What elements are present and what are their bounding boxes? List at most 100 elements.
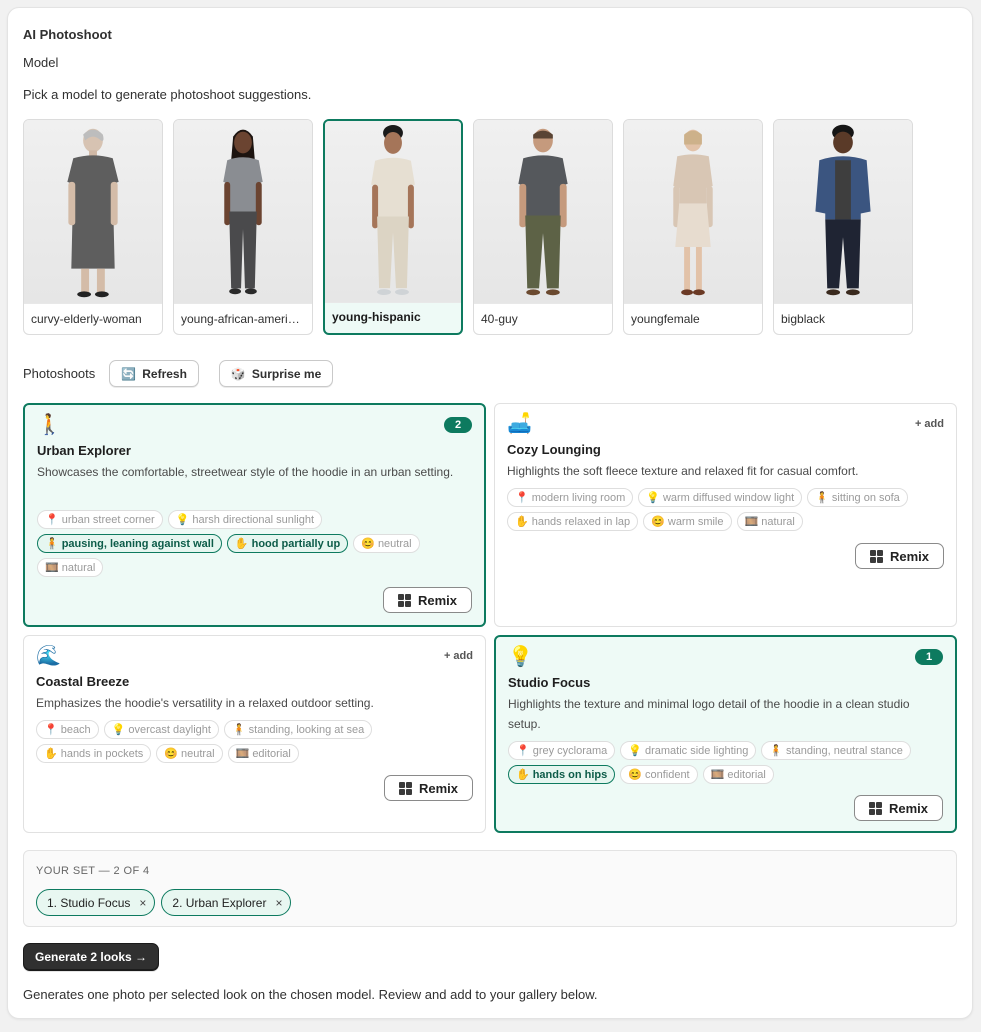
model-photo <box>325 121 461 303</box>
tag-style[interactable]: 🎞️ editorial <box>227 744 299 763</box>
photoshoot-name: Coastal Breeze <box>36 674 130 689</box>
dice-icon: 🎲 <box>230 366 246 381</box>
photoshoot-tags: 📍 grey cyclorama 💡 dramatic side lighting … <box>508 741 943 784</box>
walking-person-icon: 🚶 <box>37 414 62 436</box>
photoshoot-name: Studio Focus <box>508 675 591 690</box>
generate-looks-button[interactable]: Generate 2 looks → <box>23 943 160 971</box>
tag-lighting[interactable]: 💡 dramatic side lighting <box>620 741 757 760</box>
smile-icon: 😊 <box>361 538 375 550</box>
tag-lighting[interactable]: 💡 overcast daylight <box>103 720 219 739</box>
tag-pose[interactable]: 🧍 standing, neutral stance <box>761 741 911 760</box>
photoshoot-card-cozy-lounging[interactable]: 🛋️ + add Cozy Lounging Highlights the so… <box>494 403 957 627</box>
film-icon: 🎞️ <box>235 748 250 760</box>
photoshoots-label: Photoshoots <box>23 366 96 381</box>
tag-pose[interactable]: 🧍 standing, looking at sea <box>223 720 373 739</box>
tag-location[interactable]: 📍 urban street corner <box>37 510 163 529</box>
remix-button[interactable]: Remix <box>383 775 473 801</box>
model-photo <box>174 120 312 304</box>
add-to-set-button[interactable]: + add <box>915 418 944 430</box>
tag-expression[interactable]: 😊 warm smile <box>643 512 732 531</box>
surprise-label: Surprise me <box>251 366 322 381</box>
photoshoot-card-coastal-breeze[interactable]: 🌊 + add Coastal Breeze Emphasizes the ho… <box>23 635 486 833</box>
tag-location[interactable]: 📍 beach <box>36 720 99 739</box>
model-card-curvy-elderly-woman[interactable]: curvy-elderly-woman <box>23 119 163 335</box>
tag-pose[interactable]: 🧍 sitting on sofa <box>807 488 908 507</box>
model-picker: curvy-elderly-woman young-african-americ… <box>23 119 913 335</box>
remix-icon <box>398 781 412 795</box>
remove-chip-icon[interactable]: × <box>139 896 146 910</box>
film-icon: 🎞️ <box>710 769 725 781</box>
tag-location[interactable]: 📍 modern living room <box>507 488 634 507</box>
tag-expression[interactable]: 😊 neutral <box>156 744 223 763</box>
tag-lighting[interactable]: 💡 harsh directional sunlight <box>167 510 323 529</box>
photoshoot-description: Highlights the texture and minimal logo … <box>508 697 910 731</box>
tag-hands[interactable]: ✋ hands on hips <box>508 765 616 784</box>
tag-style[interactable]: 🎞️ natural <box>736 512 803 531</box>
model-card-bigblack[interactable]: bigblack <box>773 119 913 335</box>
surprise-me-button[interactable]: 🎲 Surprise me <box>218 360 334 387</box>
smile-icon: 😊 <box>164 748 178 760</box>
model-photo <box>24 120 162 304</box>
model-name: curvy-elderly-woman <box>31 312 142 326</box>
model-name: 40-guy <box>481 312 518 326</box>
model-figure-image <box>371 124 415 296</box>
remix-icon <box>869 549 883 563</box>
lightbulb-icon: 💡 <box>508 646 533 668</box>
refresh-icon: 🔄 <box>121 366 137 381</box>
add-to-set-button[interactable]: + add <box>444 650 473 662</box>
your-set-chips: 1. Studio Focus × 2. Urban Explorer × <box>36 889 292 916</box>
app-title: AI Photoshoot <box>23 27 112 42</box>
model-card-young-african-american-woman[interactable]: young-african-american-woman <box>173 119 313 335</box>
remix-button[interactable]: Remix <box>853 795 943 821</box>
photoshoot-name: Urban Explorer <box>37 443 131 458</box>
model-name: young-hispanic <box>332 310 421 324</box>
model-name: youngfemale <box>631 312 700 326</box>
set-chip: 2. Urban Explorer × <box>161 889 292 916</box>
pin-icon: 📍 <box>515 492 529 504</box>
tag-expression[interactable]: 😊 confident <box>620 765 698 784</box>
model-name: young-african-american-woman <box>181 312 312 326</box>
model-card-youngfemale[interactable]: youngfemale <box>623 119 763 335</box>
your-set-title: YOUR SET — 2 OF 4 <box>36 865 150 877</box>
tag-expression[interactable]: 😊 neutral <box>353 534 420 553</box>
pin-icon: 📍 <box>45 514 59 526</box>
film-icon: 🎞️ <box>744 516 759 528</box>
tag-style[interactable]: 🎞️ natural <box>37 558 104 577</box>
remix-button[interactable]: Remix <box>382 587 472 613</box>
hand-icon: ✋ <box>516 769 530 781</box>
model-photo <box>774 120 912 304</box>
tag-hands[interactable]: ✋ hood partially up <box>226 534 349 553</box>
tag-hands[interactable]: ✋ hands relaxed in lap <box>507 512 639 531</box>
photoshoot-description: Highlights the soft fleece texture and r… <box>507 464 859 478</box>
tag-style[interactable]: 🎞️ editorial <box>702 765 774 784</box>
remix-icon <box>868 801 882 815</box>
refresh-button[interactable]: 🔄 Refresh <box>109 360 199 387</box>
photoshoot-tags: 📍 beach 💡 overcast daylight 🧍 standing, loo… <box>36 720 473 763</box>
pin-icon: 📍 <box>516 745 530 757</box>
photoshoot-description: Emphasizes the hoodie's versatility in a… <box>36 696 374 710</box>
model-figure-image <box>673 129 713 296</box>
photoshoot-card-studio-focus[interactable]: 💡 1 Studio Focus Highlights the texture … <box>494 635 957 833</box>
tag-lighting[interactable]: 💡 warm diffused window light <box>638 488 803 507</box>
photoshoot-card-urban-explorer[interactable]: 🚶 2 Urban Explorer Showcases the comfort… <box>23 403 486 627</box>
standing-person-icon: 🧍 <box>45 538 59 550</box>
model-card-young-hispanic[interactable]: young-hispanic <box>323 119 463 335</box>
lightbulb-icon: 💡 <box>628 745 642 757</box>
photoshoot-panel: AI Photoshoot Model Pick a model to gene… <box>7 7 973 1019</box>
tag-location[interactable]: 📍 grey cyclorama <box>508 741 616 760</box>
photoshoot-description: Showcases the comfortable, streetwear st… <box>37 465 454 479</box>
standing-person-icon: 🧍 <box>769 745 784 757</box>
model-name: bigblack <box>781 312 826 326</box>
wave-icon: 🌊 <box>36 645 61 667</box>
generate-hint: Generates one photo per selected look on… <box>23 987 598 1002</box>
tag-hands[interactable]: ✋ hands in pockets <box>36 744 152 763</box>
model-card-40-guy[interactable]: 40-guy <box>473 119 613 335</box>
tag-pose[interactable]: 🧍 pausing, leaning against wall <box>37 534 222 553</box>
remix-button[interactable]: Remix <box>854 543 944 569</box>
selection-count-badge: 1 <box>915 649 943 665</box>
film-icon: 🎞️ <box>45 562 59 574</box>
selection-count-badge: 2 <box>444 417 472 433</box>
model-hint: Pick a model to generate photoshoot sugg… <box>23 87 312 102</box>
photoshoot-tags: 📍 modern living room 💡 warm diffused windo… <box>507 488 944 531</box>
remove-chip-icon[interactable]: × <box>275 896 282 910</box>
